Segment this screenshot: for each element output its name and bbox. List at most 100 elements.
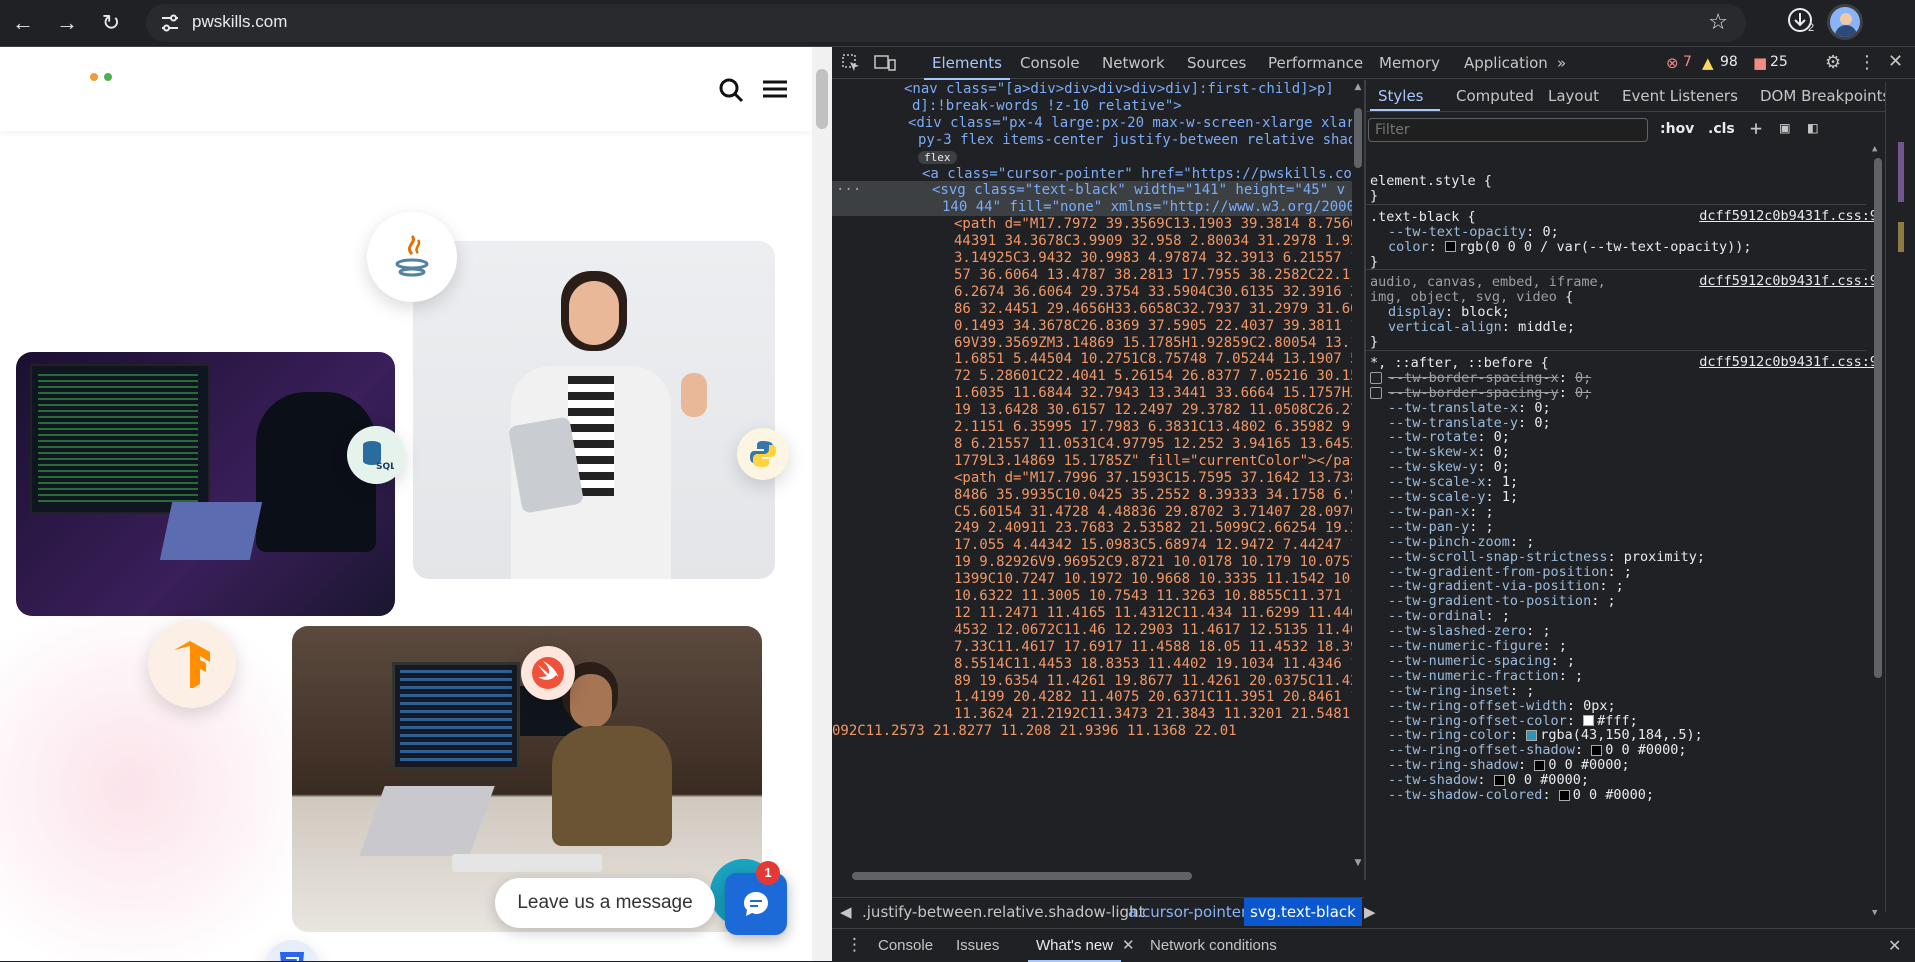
dom-line[interactable]: 8.5514C11.4453 18.8353 11.4402 19.1034 1… — [954, 655, 1359, 673]
dom-line[interactable]: 1.6035 11.6844 32.7943 13.3441 33.6664 1… — [954, 384, 1359, 402]
dom-line[interactable]: 1399C10.7247 10.1972 10.9668 10.3335 11.… — [954, 570, 1350, 588]
rule-source-link[interactable]: dcff5912c0b9431f.css:9 — [1699, 208, 1878, 224]
warning-count[interactable]: 98 — [1720, 54, 1738, 70]
elements-dom-tree[interactable]: <nav class="[a>div>div>div>div>div]:firs… — [832, 80, 1364, 880]
dom-line[interactable]: <div class="px-4 large:px-20 max-w-scree… — [908, 114, 1355, 132]
node-options-icon[interactable]: ··· — [836, 181, 861, 199]
tab-console[interactable]: Console — [1020, 54, 1080, 72]
settings-gear-icon[interactable]: ⚙ — [1825, 52, 1841, 73]
downloads-icon[interactable]: 2 — [1782, 2, 1822, 42]
dom-line[interactable]: 8 6.21557 11.0531C4.97795 12.252 3.94165… — [954, 435, 1359, 453]
dom-line[interactable]: 10.6322 11.3005 10.7543 11.3263 10.8855C… — [954, 587, 1359, 605]
dom-line[interactable]: 092C11.2573 21.8277 11.208 21.9396 11.13… — [832, 722, 1237, 740]
bookmark-star-icon[interactable]: ☆ — [1708, 9, 1728, 35]
dom-line[interactable]: 6.2674 36.6064 29.3754 33.5904C30.6135 3… — [954, 283, 1359, 301]
dom-line[interactable]: C5.60154 31.4728 4.48836 29.8702 3.71407… — [954, 503, 1359, 521]
dom-line[interactable]: 17.055 4.44342 15.0983C5.68974 12.9472 7… — [954, 536, 1359, 554]
dom-line[interactable]: 86 32.4451 29.4656H33.6658C32.7937 31.29… — [954, 300, 1359, 318]
dom-line-selected[interactable]: 140 44" fill="none" xmlns="http://www.w3… — [832, 198, 1355, 217]
paint-brush-icon[interactable]: ▣ — [1780, 118, 1790, 137]
dom-line[interactable]: 7.33C11.4617 17.6917 11.4588 18.05 11.45… — [954, 638, 1359, 656]
hov-toggle[interactable]: :hov — [1660, 121, 1694, 137]
rule-close[interactable]: } — [1370, 187, 1378, 205]
drawer-tab-console[interactable]: Console — [878, 937, 933, 954]
dom-line[interactable]: 19 9.82926V9.96952C9.8721 10.0178 10.179… — [954, 553, 1359, 571]
chat-button[interactable] — [725, 873, 787, 935]
leave-message-pill[interactable]: Leave us a message — [495, 878, 715, 928]
close-devtools-icon[interactable]: ✕ — [1888, 51, 1903, 72]
dom-line[interactable]: 72 5.28601C22.4041 5.26154 26.8377 7.052… — [954, 367, 1359, 385]
logo-dot-orange[interactable] — [90, 73, 98, 81]
url-text[interactable]: pwskills.com — [192, 12, 287, 32]
dom-line[interactable]: 11.3624 21.2192C11.3473 21.3843 11.3201 … — [954, 705, 1350, 723]
more-options-icon[interactable]: ⋮ — [1858, 52, 1876, 73]
back-arrow-icon[interactable]: ← — [6, 6, 40, 40]
hamburger-menu-icon[interactable] — [763, 79, 787, 99]
new-style-rule-icon[interactable]: + — [1750, 116, 1762, 140]
inspect-element-icon[interactable] — [842, 54, 860, 72]
breadcrumb-item-svg[interactable]: svg.text-black — [1244, 898, 1362, 926]
device-toolbar-icon[interactable] — [874, 54, 896, 72]
reload-icon[interactable]: ↻ — [94, 6, 128, 40]
dom-line[interactable]: 12 11.2471 11.4165 11.4312C11.434 11.629… — [954, 604, 1359, 622]
dom-line[interactable]: 1779L3.14869 15.1785Z" fill="currentColo… — [954, 452, 1359, 470]
dom-line[interactable]: py-3 flex items-center justify-between r… — [918, 131, 1364, 149]
tab-dom-breakpoints[interactable]: DOM Breakpoints — [1760, 87, 1890, 105]
css-property[interactable]: color: rgb(0 0 0 / var(--tw-text-opacity… — [1388, 238, 1752, 256]
issues-icon[interactable]: ■ — [1753, 54, 1767, 72]
rule-source-link[interactable]: dcff5912c0b9431f.css:9 — [1699, 354, 1878, 370]
rule-element-style[interactable]: element.style { — [1370, 172, 1492, 190]
drawer-tab-issues[interactable]: Issues — [956, 937, 999, 954]
dom-tree-scrollbar[interactable]: ▲ ▼ — [1352, 82, 1364, 872]
dom-line[interactable]: d]:!break-words !z-10 relative"> — [912, 97, 1182, 115]
dom-tree-hscroll[interactable] — [832, 870, 1352, 882]
dom-line[interactable]: 1.6851 5.44504 10.2751C8.75748 7.05244 1… — [954, 350, 1359, 368]
tab-event-listeners[interactable]: Event Listeners — [1622, 87, 1738, 105]
close-whats-new-icon[interactable]: ✕ — [1122, 936, 1135, 954]
dom-line[interactable]: 89 19.6354 11.4261 19.8677 11.4261 20.03… — [954, 672, 1359, 690]
dom-line[interactable]: 0.1493 34.3678C26.8369 37.5905 22.4037 3… — [954, 317, 1359, 335]
address-bar[interactable]: pwskills.com ☆ — [146, 4, 1746, 42]
dom-line[interactable]: 8486 35.9935C10.0425 35.2552 8.39333 34.… — [954, 486, 1359, 504]
dom-line[interactable]: 1.4199 20.4282 11.4075 20.6371C11.3951 2… — [954, 688, 1359, 706]
rule-source-link[interactable]: dcff5912c0b9431f.css:9 — [1699, 273, 1878, 289]
drawer-tab-whats-new[interactable]: What's new — [1027, 937, 1122, 962]
tab-memory[interactable]: Memory — [1379, 54, 1440, 72]
css-property[interactable]: --tw-shadow-colored: 0 0 #0000; — [1388, 786, 1654, 804]
toggle-sidebar-icon[interactable]: ◧ — [1808, 118, 1818, 137]
breadcrumb-item-div[interactable]: .justify-between.relative.shadow-light — [862, 903, 1144, 921]
dom-line[interactable]: 44391 34.3678C3.9909 32.958 2.80034 31.2… — [954, 232, 1359, 250]
styles-scrollbar[interactable]: ▲ ▼ — [1872, 144, 1884, 920]
error-count[interactable]: 7 — [1683, 54, 1692, 70]
more-tabs-icon[interactable]: » — [1557, 54, 1566, 72]
tab-elements[interactable]: Elements — [924, 54, 1010, 80]
logo-dot-green[interactable] — [104, 73, 112, 81]
forward-arrow-icon[interactable]: → — [50, 6, 84, 40]
dom-line[interactable]: <path d="M17.7972 39.3569C13.1903 39.381… — [954, 215, 1359, 233]
dom-line[interactable]: 4532 12.0672C11.46 12.2903 11.4617 12.51… — [954, 621, 1359, 639]
dom-line[interactable]: <path d="M17.7996 37.1593C15.7595 37.164… — [954, 469, 1359, 487]
rule-close[interactable]: } — [1370, 253, 1378, 271]
styles-filter-input[interactable] — [1368, 118, 1648, 142]
dom-line[interactable]: flex — [918, 148, 957, 166]
site-info-icon[interactable] — [160, 14, 180, 32]
dom-line[interactable]: 3.14925C3.9432 30.9983 4.97874 32.3913 6… — [954, 249, 1359, 267]
tab-network[interactable]: Network — [1102, 54, 1165, 72]
breadcrumb-item-a[interactable]: a.cursor-pointer — [1128, 903, 1247, 921]
dom-line[interactable]: 57 36.6064 13.4787 38.2813 17.7955 38.25… — [954, 266, 1359, 284]
tab-styles[interactable]: Styles — [1378, 87, 1424, 105]
page-scrollbar[interactable] — [812, 47, 832, 961]
page-scrollbar-thumb[interactable] — [816, 69, 828, 129]
dom-line[interactable]: <a class="cursor-pointer" href="https://… — [922, 165, 1352, 183]
search-icon[interactable] — [718, 77, 744, 103]
drawer-menu-icon[interactable]: ⋮ — [846, 935, 863, 955]
warning-icon[interactable]: ▲ — [1702, 54, 1714, 72]
drawer-tab-network-conditions[interactable]: Network conditions — [1150, 937, 1277, 954]
dom-line[interactable]: 2.1151 6.35995 17.7983 6.3831C13.4802 6.… — [954, 418, 1350, 436]
dom-line-selected[interactable]: <svg class="text-black" width="141" heig… — [832, 181, 1352, 200]
dom-line[interactable]: 249 2.40911 23.7683 2.53582 21.5099C2.66… — [954, 519, 1359, 537]
profile-avatar[interactable] — [1827, 4, 1863, 40]
dom-line[interactable]: 69V39.3569ZM3.14869 15.1785H1.92859C2.80… — [954, 334, 1359, 352]
breadcrumb-left-arrow[interactable]: ◀ — [840, 903, 852, 921]
error-icon[interactable]: ⊗ — [1666, 54, 1679, 72]
